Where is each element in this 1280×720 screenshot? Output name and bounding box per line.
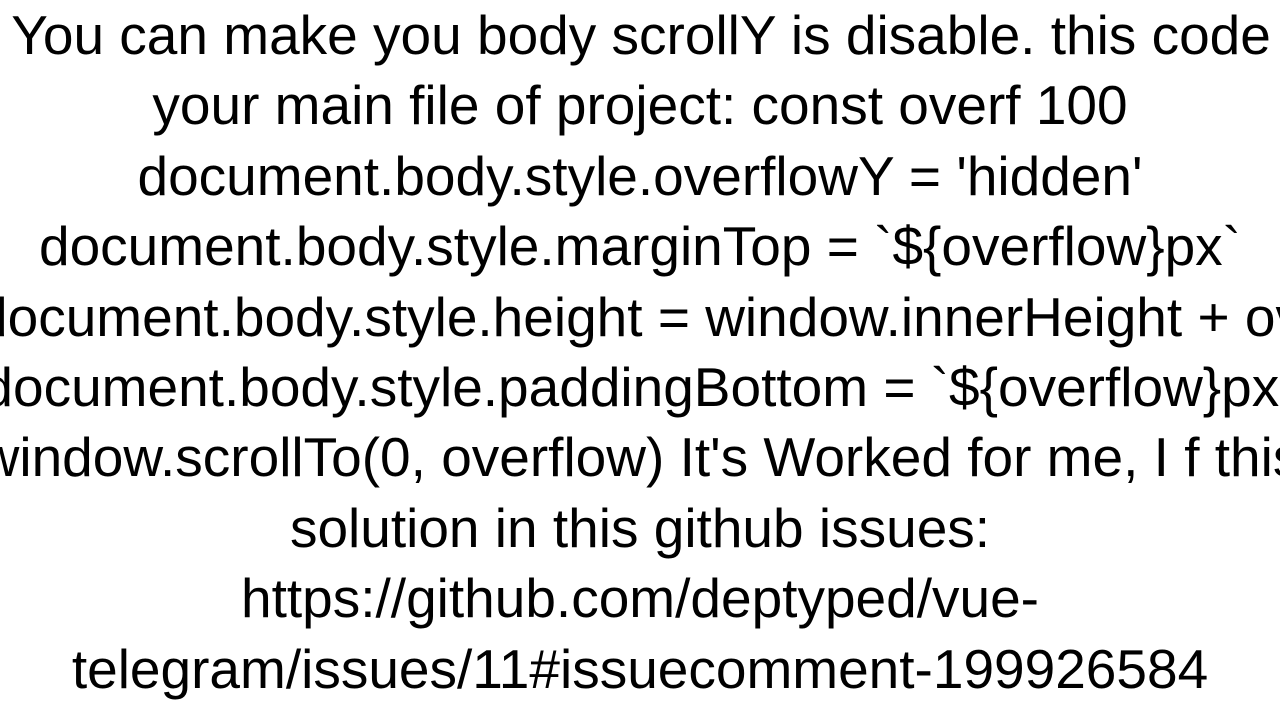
answer-body: 3: You can make you body scrollY is disa… <box>0 0 1280 704</box>
